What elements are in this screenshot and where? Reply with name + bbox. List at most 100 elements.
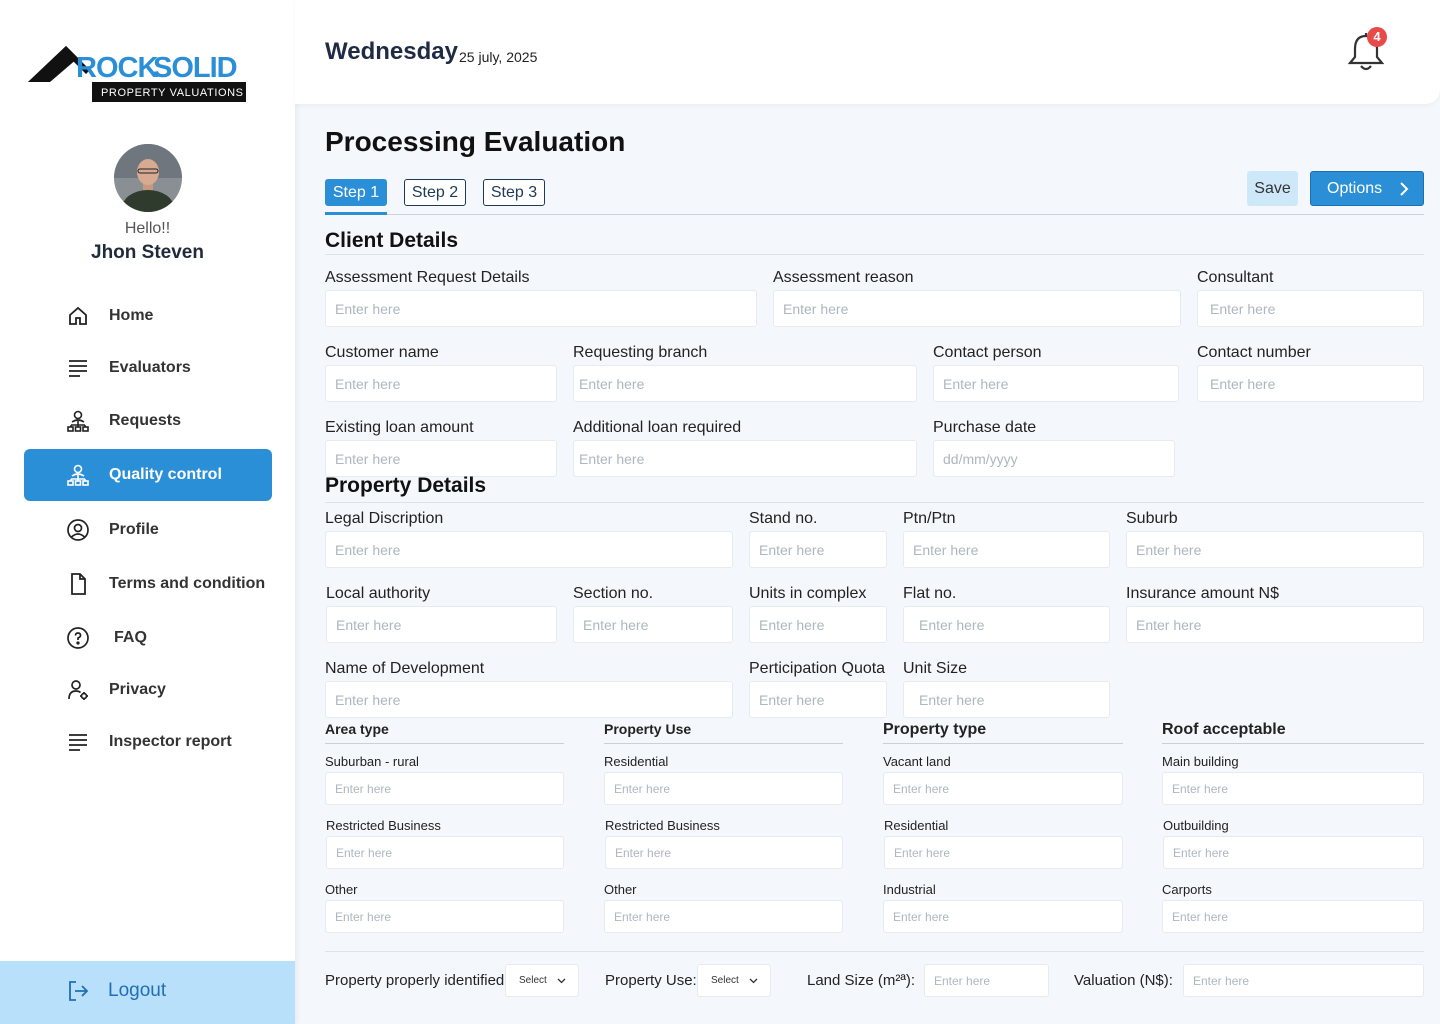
nav-item-faq[interactable]: FAQ (24, 612, 272, 664)
tab-step-3[interactable]: Step 3 (483, 179, 545, 206)
assessment-reason-input[interactable] (773, 290, 1181, 327)
nav-item-privacy[interactable]: Privacy (24, 664, 272, 716)
stand-no-label: Stand no. (749, 510, 818, 527)
options-button[interactable]: Options (1310, 171, 1424, 206)
section-no-input[interactable] (573, 606, 733, 643)
property-use-input-2[interactable] (605, 836, 843, 869)
property-use-input-1[interactable] (604, 772, 843, 805)
property-use-label-3: Other (604, 882, 637, 897)
participation-quota-input[interactable] (749, 681, 887, 718)
brand-logo[interactable]: ROCK SOLID PROPERTY VALUATIONS (28, 44, 248, 104)
existing-loan-input[interactable] (325, 440, 557, 477)
user-settings-icon (68, 680, 88, 700)
contact-number-label: Contact number (1197, 344, 1311, 361)
chevron-right-icon (1400, 182, 1409, 196)
chevron-down-icon (749, 978, 758, 984)
nav-item-inspector-report[interactable]: Inspector report (24, 716, 272, 768)
nav-label-requests: Requests (109, 412, 182, 429)
roof-input-2[interactable] (1163, 836, 1424, 869)
tab-step-1[interactable]: Step 1 (325, 179, 387, 206)
chevron-down-icon (557, 978, 566, 984)
property-type-label-3: Industrial (883, 882, 936, 897)
property-type-label-2: Residential (884, 818, 949, 833)
property-type-input-3[interactable] (883, 900, 1123, 933)
client-details-title: Client Details (325, 229, 459, 252)
notification-badge: 4 (1367, 27, 1387, 47)
group-divider (883, 743, 1123, 744)
tab-step-2[interactable]: Step 2 (404, 179, 466, 206)
nav-item-quality-control[interactable]: Quality control (24, 449, 272, 501)
valuation-input[interactable] (1183, 964, 1424, 997)
local-authority-label: Local authority (326, 585, 431, 602)
home-icon (69, 306, 87, 325)
property-use-label-1: Residential (604, 754, 669, 769)
greeting: Hello!! (124, 220, 171, 237)
brand-name-rock: ROCK (76, 52, 158, 84)
area-type-input-2[interactable] (326, 836, 564, 869)
section-no-label: Section no. (573, 585, 654, 602)
ptn-input[interactable] (903, 531, 1110, 568)
nav-label-home: Home (109, 307, 154, 324)
area-type-input-1[interactable] (325, 772, 564, 805)
roof-input-1[interactable] (1162, 772, 1424, 805)
logout-button[interactable]: Logout (0, 961, 295, 1024)
land-size-input[interactable] (924, 964, 1049, 997)
insurance-amount-input[interactable] (1126, 606, 1424, 643)
page-title: Processing Evaluation (325, 126, 626, 157)
legal-description-input[interactable] (325, 531, 733, 568)
stand-no-input[interactable] (749, 531, 887, 568)
roof-label-1: Main building (1162, 754, 1239, 769)
additional-loan-input[interactable] (573, 440, 917, 477)
units-in-complex-label: Units in complex (749, 585, 867, 602)
bottom-divider (325, 951, 1424, 952)
local-authority-input[interactable] (326, 606, 557, 643)
roof-input-3[interactable] (1162, 900, 1424, 933)
property-type-input-2[interactable] (884, 836, 1123, 869)
property-identified-label: Property properly identified: (325, 972, 509, 989)
nav-item-terms[interactable]: Terms and condition (24, 558, 272, 610)
flat-no-label: Flat no. (903, 585, 957, 602)
property-type-input-1[interactable] (883, 772, 1123, 805)
unit-size-input[interactable] (903, 681, 1110, 718)
contact-person-label: Contact person (933, 344, 1042, 361)
area-type-input-3[interactable] (325, 900, 564, 933)
units-in-complex-input[interactable] (749, 606, 887, 643)
development-name-label: Name of Development (325, 660, 485, 677)
nav-label-quality-control: Quality control (109, 466, 222, 483)
org-chart-icon (67, 464, 89, 486)
property-use-title: Property Use (604, 721, 692, 737)
current-date: 25 july, 2025 (459, 49, 538, 65)
suburb-input[interactable] (1126, 531, 1424, 568)
customer-name-input[interactable] (325, 365, 557, 402)
property-use-select[interactable]: Select (697, 964, 771, 997)
contact-number-input[interactable] (1197, 365, 1424, 402)
group-divider (604, 743, 843, 744)
contact-person-input[interactable] (933, 365, 1179, 402)
development-name-input[interactable] (325, 681, 733, 718)
list-icon (69, 360, 87, 377)
area-type-label-2: Restricted Business (326, 818, 441, 833)
avatar[interactable] (114, 144, 182, 212)
brand-name-solid: SOLID (153, 52, 237, 84)
property-details-title: Property Details (325, 474, 487, 497)
purchase-date-input[interactable] (933, 440, 1175, 477)
valuation-label: Valuation (N$): (1074, 972, 1173, 989)
flat-no-input[interactable] (903, 606, 1110, 643)
assessment-request-input[interactable] (325, 290, 757, 327)
consultant-input[interactable] (1197, 290, 1424, 327)
requesting-branch-input[interactable] (573, 365, 917, 402)
nav-item-requests[interactable]: Requests (24, 395, 272, 447)
property-identified-select[interactable]: Select (505, 964, 579, 997)
logout-icon (69, 981, 89, 1001)
purchase-date-label: Purchase date (933, 419, 1037, 436)
property-use-label-2: Restricted Business (605, 818, 720, 833)
property-use-input-3[interactable] (604, 900, 843, 933)
nav-item-evaluators[interactable]: Evaluators (24, 342, 272, 394)
nav-item-home[interactable]: Home (24, 290, 272, 342)
ptn-label: Ptn/Ptn (903, 510, 956, 527)
save-button[interactable]: Save (1247, 171, 1298, 206)
roof-label-3: Carports (1162, 882, 1212, 897)
nav-item-profile[interactable]: Profile (24, 504, 272, 556)
list-icon (69, 734, 87, 751)
nav-label-terms: Terms and condition (109, 575, 266, 592)
